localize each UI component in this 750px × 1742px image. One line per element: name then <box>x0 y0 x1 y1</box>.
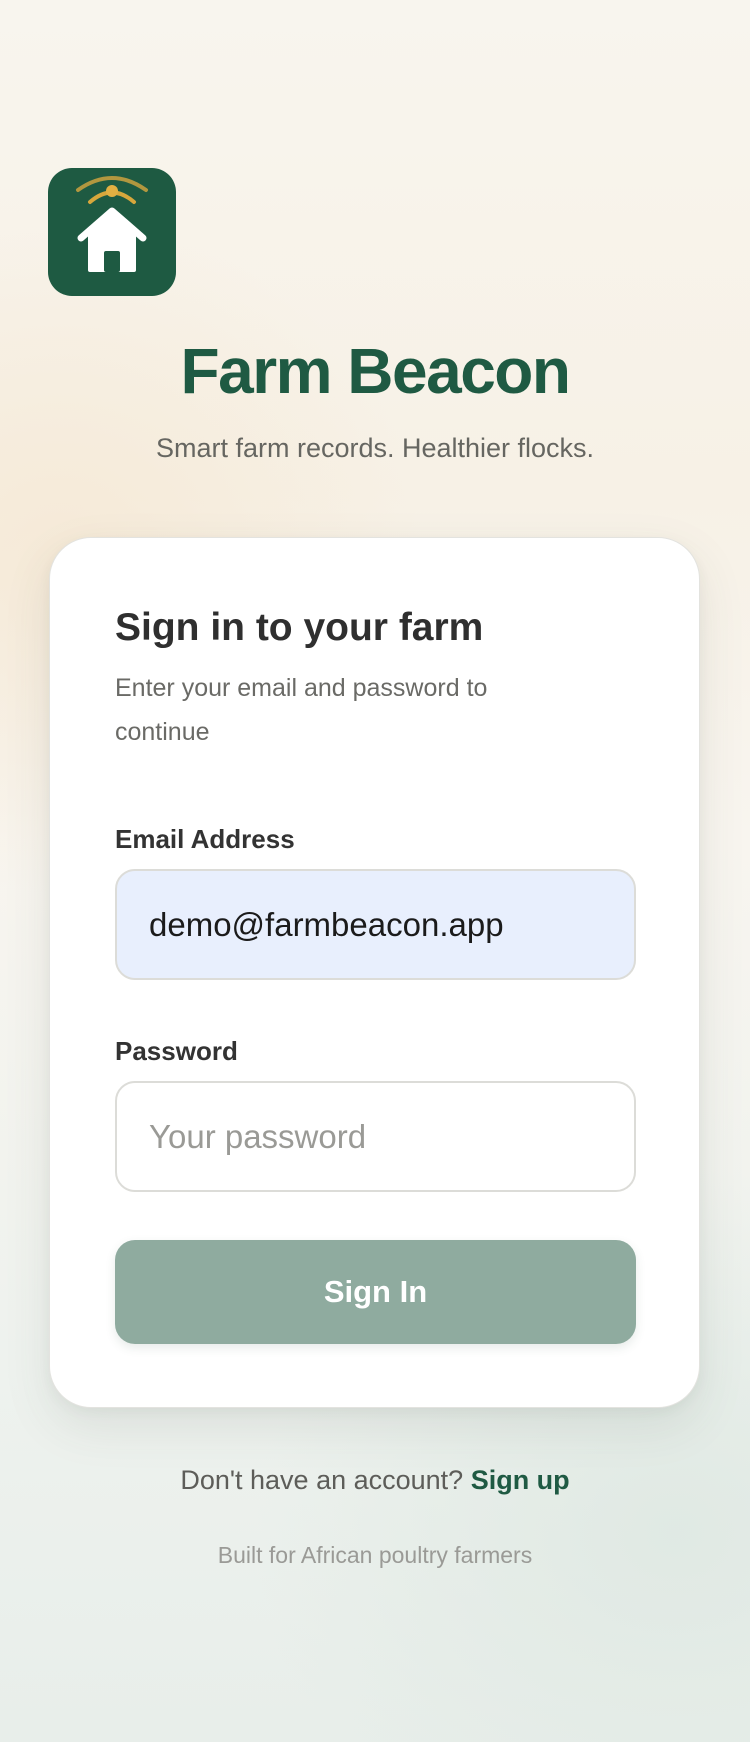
sign-in-button[interactable]: Sign In <box>115 1240 636 1344</box>
email-label: Email Address <box>115 824 295 854</box>
password-input[interactable] <box>115 1081 636 1192</box>
password-label: Password <box>115 1036 238 1066</box>
email-input[interactable] <box>115 869 636 980</box>
signin-title: Sign in to your farm <box>115 606 484 649</box>
app-logo <box>48 168 176 296</box>
farm-house-signal-icon <box>76 176 148 272</box>
signup-row: Don't have an account? Sign up <box>0 1463 750 1497</box>
app-tagline: Smart farm records. Healthier flocks. <box>155 433 595 463</box>
signin-card: Sign in to your farm Enter your email an… <box>49 537 700 1408</box>
app-title: Farm Beacon <box>180 335 571 407</box>
signup-prompt: Don't have an account? <box>180 1465 471 1495</box>
sign-up-link[interactable]: Sign up <box>471 1465 570 1495</box>
signin-subtitle: Enter your email and password to continu… <box>115 674 488 746</box>
footer-note: Built for African poultry farmers <box>217 1542 533 1568</box>
